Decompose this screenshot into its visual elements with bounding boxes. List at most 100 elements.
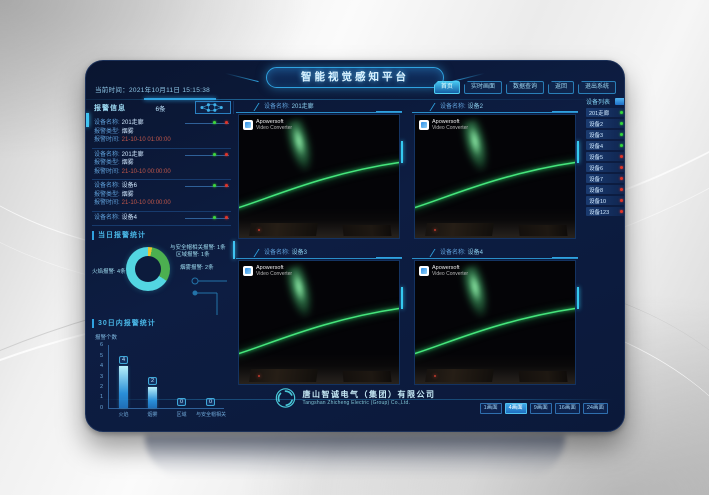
video-feed[interactable]: Apowersoft Video Converter [238, 114, 400, 239]
nav-button-home[interactable]: 首页 [434, 81, 460, 94]
panel-edge-accent [401, 141, 403, 163]
watermark: Apowersoft Video Converter [243, 119, 292, 131]
nav-button-back[interactable]: 返回 [548, 81, 574, 94]
alarm-card[interactable]: 设备名称:设备6 报警类型:烟雾 报警时间:21-10-10 00:00:00 [92, 180, 231, 212]
device-list-panel: 设备列表 201走廊 设备2 设备3 设备4 设备5 设备6 设备7 设备8 设… [586, 97, 625, 216]
alarm-card[interactable]: 设备名称:201走廊 报警类型:烟雾 报警时间:21-10-10 00:00:0… [92, 149, 231, 181]
device-name: 设备123 [589, 208, 609, 216]
main-nav: 首页 实时画面 数据查询 返回 退出系统 [434, 81, 616, 94]
y-tick: 5 [100, 353, 103, 359]
alarm-type-value: 烟雾 [122, 160, 134, 166]
edge-accent [86, 113, 89, 127]
video-feed[interactable]: Apowersoft Video Converter [414, 114, 576, 239]
status-dot-offline [620, 177, 623, 180]
device-list-item[interactable]: 设备8 [586, 185, 625, 194]
device-list-item[interactable]: 设备6 [586, 163, 625, 172]
status-slider-decoration [185, 217, 229, 220]
device-label: 设备名称: [264, 104, 290, 110]
status-dot-online [620, 133, 623, 136]
device-label: 设备名称: [264, 250, 290, 256]
view-button-1[interactable]: 1画面 [480, 403, 502, 414]
donut-callout-area: 区域报警: 1条 [176, 252, 210, 259]
alarm-card[interactable]: 设备名称:201走廊 报警类型:烟雾 报警时间:21-10-10 01:00:0… [92, 117, 231, 149]
circuit-decoration [187, 275, 231, 315]
nav-button-query[interactable]: 数据查询 [506, 81, 544, 94]
alarm-time-label: 报警时间: [94, 169, 120, 175]
device-list-item[interactable]: 设备4 [586, 141, 625, 150]
device-name: 201走廊 [589, 109, 609, 117]
status-slider-decoration [185, 154, 229, 157]
status-dot-online [620, 144, 623, 147]
video-panel-3[interactable]: 设备名称:设备3 Apowersoft Video Converter [236, 247, 402, 387]
alarm-time-label: 报警时间: [94, 137, 120, 143]
nav-button-live[interactable]: 实时画面 [464, 81, 502, 94]
page-title: 智能视觉感知平台 [267, 68, 443, 87]
status-dot-offline [620, 188, 623, 191]
watermark-icon [243, 120, 253, 130]
view-button-9[interactable]: 9画面 [530, 403, 552, 414]
y-tick: 2 [100, 384, 103, 390]
alarm-list: 设备名称:201走廊 报警类型:烟雾 报警时间:21-10-10 01:00:0… [92, 117, 231, 226]
status-dot-offline [620, 166, 623, 169]
company-branding: 唐山智诚电气（集团）有限公司 Tangshan Zhicheng Electri… [275, 387, 436, 409]
device-list-item[interactable]: 设备7 [586, 174, 625, 183]
video-feed[interactable]: Apowersoft Video Converter [238, 260, 400, 385]
machinery-block [342, 225, 391, 236]
watermark-icon [419, 266, 429, 276]
status-dot-offline [620, 210, 623, 213]
video-panel-header: 设备名称:设备3 [236, 247, 402, 259]
device-list-item[interactable]: 设备123 [586, 207, 625, 216]
device-list-item[interactable]: 设备2 [586, 119, 625, 128]
header-divider [86, 99, 624, 100]
view-button-4[interactable]: 4画面 [505, 403, 527, 414]
device-name: 设备5 [589, 153, 603, 161]
bar-category-label: 火焰 [109, 411, 138, 418]
device-name: 设备4 [589, 142, 603, 150]
panel-edge-accent [577, 287, 579, 309]
alarm-time-value: 21-10-10 01:00:00 [122, 137, 171, 143]
watermark-icon [419, 120, 429, 130]
alarm-count-badge: 6条 [155, 103, 165, 113]
alarm-sidebar: 报警信息 6条 设备名称:201走廊 报警类型:烟雾 报警时间:21-10-10… [92, 101, 234, 114]
video-feed[interactable]: Apowersoft Video Converter [414, 260, 576, 385]
device-list-header: 设备列表 [586, 97, 625, 106]
alarm-type-value: 烟雾 [122, 129, 134, 135]
y-tick: 6 [100, 342, 103, 348]
alarm-time-value: 21-10-10 00:00:00 [122, 200, 171, 206]
alarm-type-value: 烟雾 [122, 192, 134, 198]
dashboard-window: 当前时间：2021年10月11日 15:15:38 智能视觉感知平台 首页 实时… [85, 60, 625, 432]
bar [148, 387, 157, 408]
company-logo [275, 387, 297, 409]
device-list-item[interactable]: 设备5 [586, 152, 625, 161]
video-panel-header: 设备名称:设备2 [412, 101, 578, 113]
alarm-type-label: 报警类型: [94, 160, 120, 166]
video-panel-header: 设备名称:201走廊 [236, 101, 402, 113]
donut-callout-smoke: 烟雾报警: 2条 [180, 265, 214, 272]
device-name: 设备7 [589, 175, 603, 183]
device-label: 设备名称: [94, 183, 120, 189]
device-name: 设备6 [589, 164, 603, 172]
watermark: Apowersoft Video Converter [419, 119, 468, 131]
view-button-16[interactable]: 16画面 [555, 403, 580, 414]
status-dot-offline [620, 155, 623, 158]
video-panel-4[interactable]: 设备名称:设备4 Apowersoft Video Converter [412, 247, 578, 387]
video-panel-header: 设备名称:设备4 [412, 247, 578, 259]
device-list-item[interactable]: 设备3 [586, 130, 625, 139]
bar-category-label: 区域 [167, 411, 196, 418]
alarm-card[interactable]: 设备名称:设备4 [92, 212, 231, 227]
nav-button-exit[interactable]: 退出系统 [578, 81, 616, 94]
bar-category-label: 与安全帽相关 [196, 411, 225, 418]
video-panel-1[interactable]: 设备名称:201走廊 Apowersoft Video Converter [236, 101, 402, 241]
panel-edge-accent [401, 287, 403, 309]
today-stats-donut-chart [126, 247, 170, 291]
watermark-line2: Video Converter [432, 125, 468, 131]
status-slider-decoration [185, 185, 229, 188]
device-list-item[interactable]: 设备10 [586, 196, 625, 205]
monthly-stats-title: 30日内报警统计 [92, 319, 231, 328]
device-list-accent-chip[interactable] [615, 98, 625, 105]
view-button-24[interactable]: 24画面 [583, 403, 608, 414]
video-panel-2[interactable]: 设备名称:设备2 Apowersoft Video Converter [412, 101, 578, 241]
device-list-item[interactable]: 201走廊 [586, 108, 625, 117]
video-device-name: 设备3 [292, 250, 307, 256]
status-dot-online [620, 111, 623, 114]
